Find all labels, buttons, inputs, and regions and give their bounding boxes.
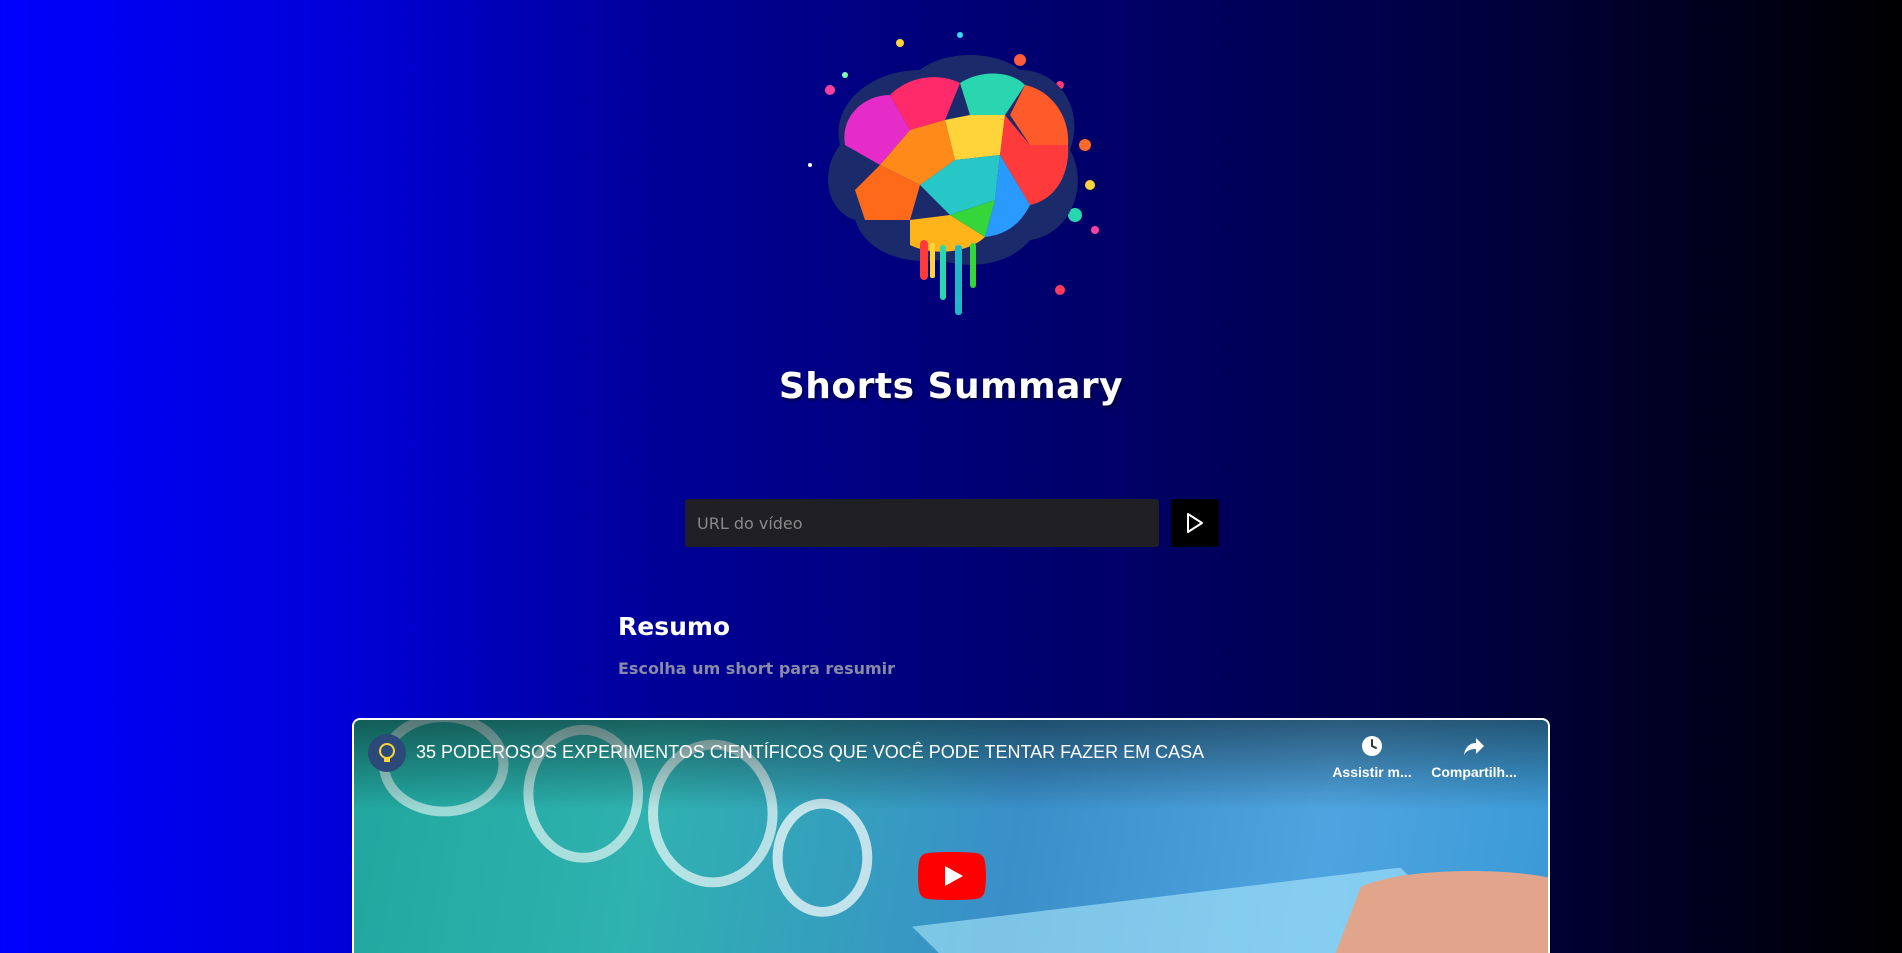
summary-heading: Resumo: [618, 612, 731, 641]
watch-later-label: Assistir m...: [1332, 764, 1412, 780]
submit-button[interactable]: [1171, 499, 1219, 547]
brain-logo: [808, 32, 1099, 315]
share-label: Compartilh...: [1431, 764, 1517, 780]
app-title: Shorts Summary: [778, 366, 1124, 407]
lightbulb-icon: [379, 743, 395, 762]
video-url-input[interactable]: [685, 499, 1159, 547]
watch-later-button[interactable]: Assistir m...: [1327, 734, 1417, 780]
share-button[interactable]: Compartilh...: [1429, 734, 1519, 780]
clock-icon: [1362, 736, 1382, 756]
share-arrow-icon: [1464, 738, 1484, 755]
video-title[interactable]: 35 PODEROSOS EXPERIMENTOS CIENTÍFICOS QU…: [416, 742, 1204, 763]
summary-text: Escolha um short para resumir: [618, 659, 896, 678]
video-embed[interactable]: 35 PODEROSOS EXPERIMENTOS CIENTÍFICOS QU…: [352, 718, 1550, 953]
channel-avatar[interactable]: [368, 734, 406, 772]
play-arrow-icon: [1187, 513, 1203, 533]
youtube-play-icon[interactable]: [918, 852, 986, 900]
